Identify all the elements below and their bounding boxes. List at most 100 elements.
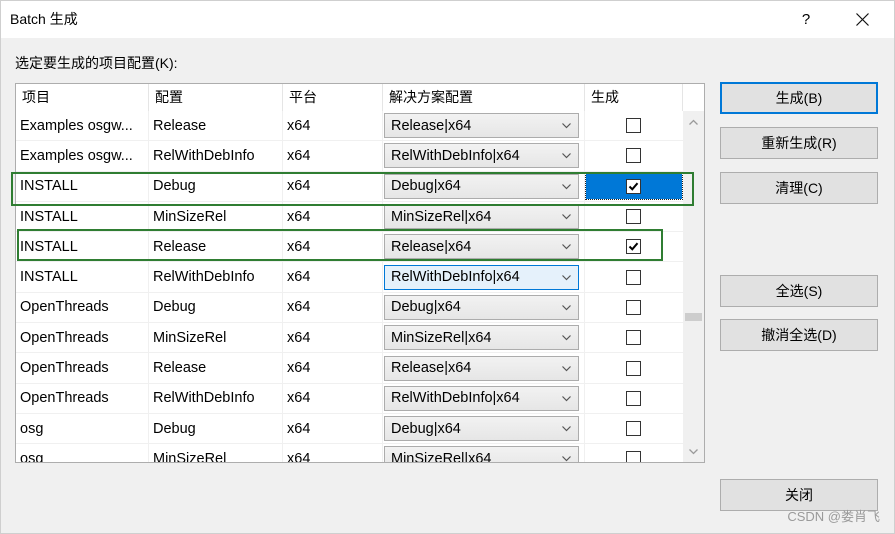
build-checkbox[interactable] <box>626 209 641 225</box>
build-checkbox[interactable] <box>626 148 641 164</box>
project-cell: OpenThreads <box>16 383 149 413</box>
build-cell <box>585 262 683 291</box>
build-checkbox[interactable] <box>626 178 641 194</box>
title-bar: Batch 生成 ? <box>1 1 894 38</box>
solution-config-dropdown[interactable]: RelWithDebInfo|x64 <box>384 143 579 169</box>
solution-config-cell: Debug|x64 <box>383 171 585 201</box>
platform-cell: x64 <box>283 323 383 353</box>
build-checkbox[interactable] <box>626 118 641 134</box>
build-checkbox[interactable] <box>626 390 641 406</box>
platform-cell: x64 <box>283 232 383 262</box>
watermark: CSDN @娄肖飞 <box>787 509 880 524</box>
column-header-project[interactable]: 项目 <box>16 84 149 111</box>
table-row[interactable]: osg MinSizeRel x64 MinSizeRel|x64 <box>16 444 683 462</box>
build-checkbox[interactable] <box>626 360 641 376</box>
close-button[interactable]: 关闭 <box>720 479 878 511</box>
close-icon[interactable] <box>856 13 869 26</box>
solution-config-dropdown[interactable]: Release|x64 <box>384 113 579 139</box>
config-name: Release <box>153 360 207 377</box>
solution-config-dropdown[interactable]: MinSizeRel|x64 <box>384 325 579 351</box>
table-row[interactable]: OpenThreads Debug x64 Debug|x64 <box>16 292 683 324</box>
chevron-down-icon <box>562 395 571 402</box>
project-cell: OpenThreads <box>16 323 149 353</box>
solution-config-dropdown[interactable]: MinSizeRel|x64 <box>384 446 579 462</box>
build-checkbox[interactable] <box>626 451 641 462</box>
checkmark-icon <box>628 242 639 252</box>
build-cell <box>585 353 683 382</box>
chevron-down-icon <box>562 214 571 220</box>
solution-config-value: Debug|x64 <box>391 299 461 316</box>
config-cell: Debug <box>149 171 283 201</box>
chevron-down-icon <box>562 426 571 432</box>
solution-config-cell: Release|x64 <box>383 353 585 383</box>
solution-config-cell: Debug|x64 <box>383 413 585 444</box>
project-cell: Examples osgw... <box>16 111 149 141</box>
platform-name: x64 <box>287 360 311 377</box>
project-cell: OpenThreads <box>16 292 149 323</box>
project-name: INSTALL <box>20 178 78 195</box>
build-button[interactable]: 生成(B) <box>720 82 878 114</box>
chevron-down-icon <box>562 304 571 311</box>
solution-config-value: Release|x64 <box>391 117 472 134</box>
build-checkbox[interactable] <box>626 239 641 255</box>
build-checkbox[interactable] <box>626 269 641 285</box>
solution-config-value: Release|x64 <box>391 360 472 377</box>
solution-config-dropdown[interactable]: Debug|x64 <box>384 294 579 320</box>
solution-config-dropdown[interactable]: Release|x64 <box>384 355 579 381</box>
config-name: Release <box>153 238 207 255</box>
vertical-scrollbar[interactable] <box>683 111 704 462</box>
build-cell <box>585 202 683 231</box>
column-header-config[interactable]: 配置 <box>149 84 283 111</box>
solution-config-dropdown[interactable]: MinSizeRel|x64 <box>384 204 579 230</box>
table-row[interactable]: OpenThreads RelWithDebInfo x64 RelWithDebIn… <box>16 383 683 414</box>
project-name: INSTALL <box>20 269 78 286</box>
platform-cell: x64 <box>283 353 383 383</box>
solution-config-cell: Debug|x64 <box>383 292 585 323</box>
solution-config-dropdown[interactable]: Debug|x64 <box>384 416 579 442</box>
build-checkbox[interactable] <box>626 330 641 346</box>
platform-cell: x64 <box>283 292 383 323</box>
config-name: Debug <box>153 299 196 316</box>
chevron-up-icon[interactable] <box>689 119 698 125</box>
solution-config-dropdown[interactable]: RelWithDebInfo|x64 <box>384 385 579 411</box>
column-header-platform[interactable]: 平台 <box>283 84 383 111</box>
build-cell <box>585 444 683 462</box>
solution-config-value: Debug|x64 <box>391 178 461 195</box>
table-row[interactable]: Examples osgw... Release x64 Release|x64 <box>16 111 683 142</box>
table-row[interactable]: osg Debug x64 Debug|x64 <box>16 413 683 445</box>
config-name: RelWithDebInfo <box>153 390 255 407</box>
column-header-solution-config[interactable]: 解决方案配置 <box>383 84 585 111</box>
clean-button[interactable]: 清理(C) <box>720 172 878 204</box>
build-checkbox[interactable] <box>626 421 641 437</box>
platform-cell: x64 <box>283 141 383 171</box>
select-all-button[interactable]: 全选(S) <box>720 275 878 307</box>
config-cell: Release <box>149 111 283 141</box>
scrollbar-thumb[interactable] <box>685 313 702 322</box>
chevron-down-icon[interactable] <box>689 449 698 455</box>
platform-name: x64 <box>287 390 311 407</box>
column-header-build[interactable]: 生成 <box>585 84 683 111</box>
solution-config-dropdown[interactable]: RelWithDebInfo|x64 <box>384 264 579 290</box>
config-name: MinSizeRel <box>153 329 227 346</box>
build-checkbox[interactable] <box>626 299 641 315</box>
list-label: 选定要生成的项目配置(K): <box>15 55 178 71</box>
table-row[interactable]: INSTALL Release x64 Release|x64 <box>16 232 683 263</box>
table-row[interactable]: Examples osgw... RelWithDebInfo x64 RelWith… <box>16 141 683 172</box>
project-name: Examples osgw... <box>20 147 133 164</box>
table-row[interactable]: OpenThreads Release x64 Release|x64 <box>16 353 683 384</box>
platform-name: x64 <box>287 208 311 225</box>
solution-config-dropdown[interactable]: Debug|x64 <box>384 173 579 199</box>
table-row[interactable]: INSTALL RelWithDebInfo x64 RelWithDebInfo|x… <box>16 262 683 293</box>
table-row[interactable]: INSTALL MinSizeRel x64 MinSizeRel|x64 <box>16 201 683 233</box>
solution-config-dropdown[interactable]: Release|x64 <box>384 234 579 260</box>
help-button[interactable]: ? <box>798 1 814 38</box>
chevron-down-icon <box>562 123 571 129</box>
table-row[interactable]: OpenThreads MinSizeRel x64 MinSizeRel|x64 <box>16 323 683 354</box>
solution-config-value: MinSizeRel|x64 <box>391 450 492 462</box>
table-row[interactable]: INSTALL Debug x64 Debug|x64 <box>16 171 683 202</box>
rebuild-button[interactable]: 重新生成(R) <box>720 127 878 159</box>
platform-name: x64 <box>287 178 311 195</box>
project-config-list[interactable]: 项目 配置 平台 解决方案配置 生成 Examples osgw... Relea… <box>15 83 705 463</box>
solution-config-value: MinSizeRel|x64 <box>391 329 492 346</box>
deselect-all-button[interactable]: 撤消全选(D) <box>720 319 878 351</box>
